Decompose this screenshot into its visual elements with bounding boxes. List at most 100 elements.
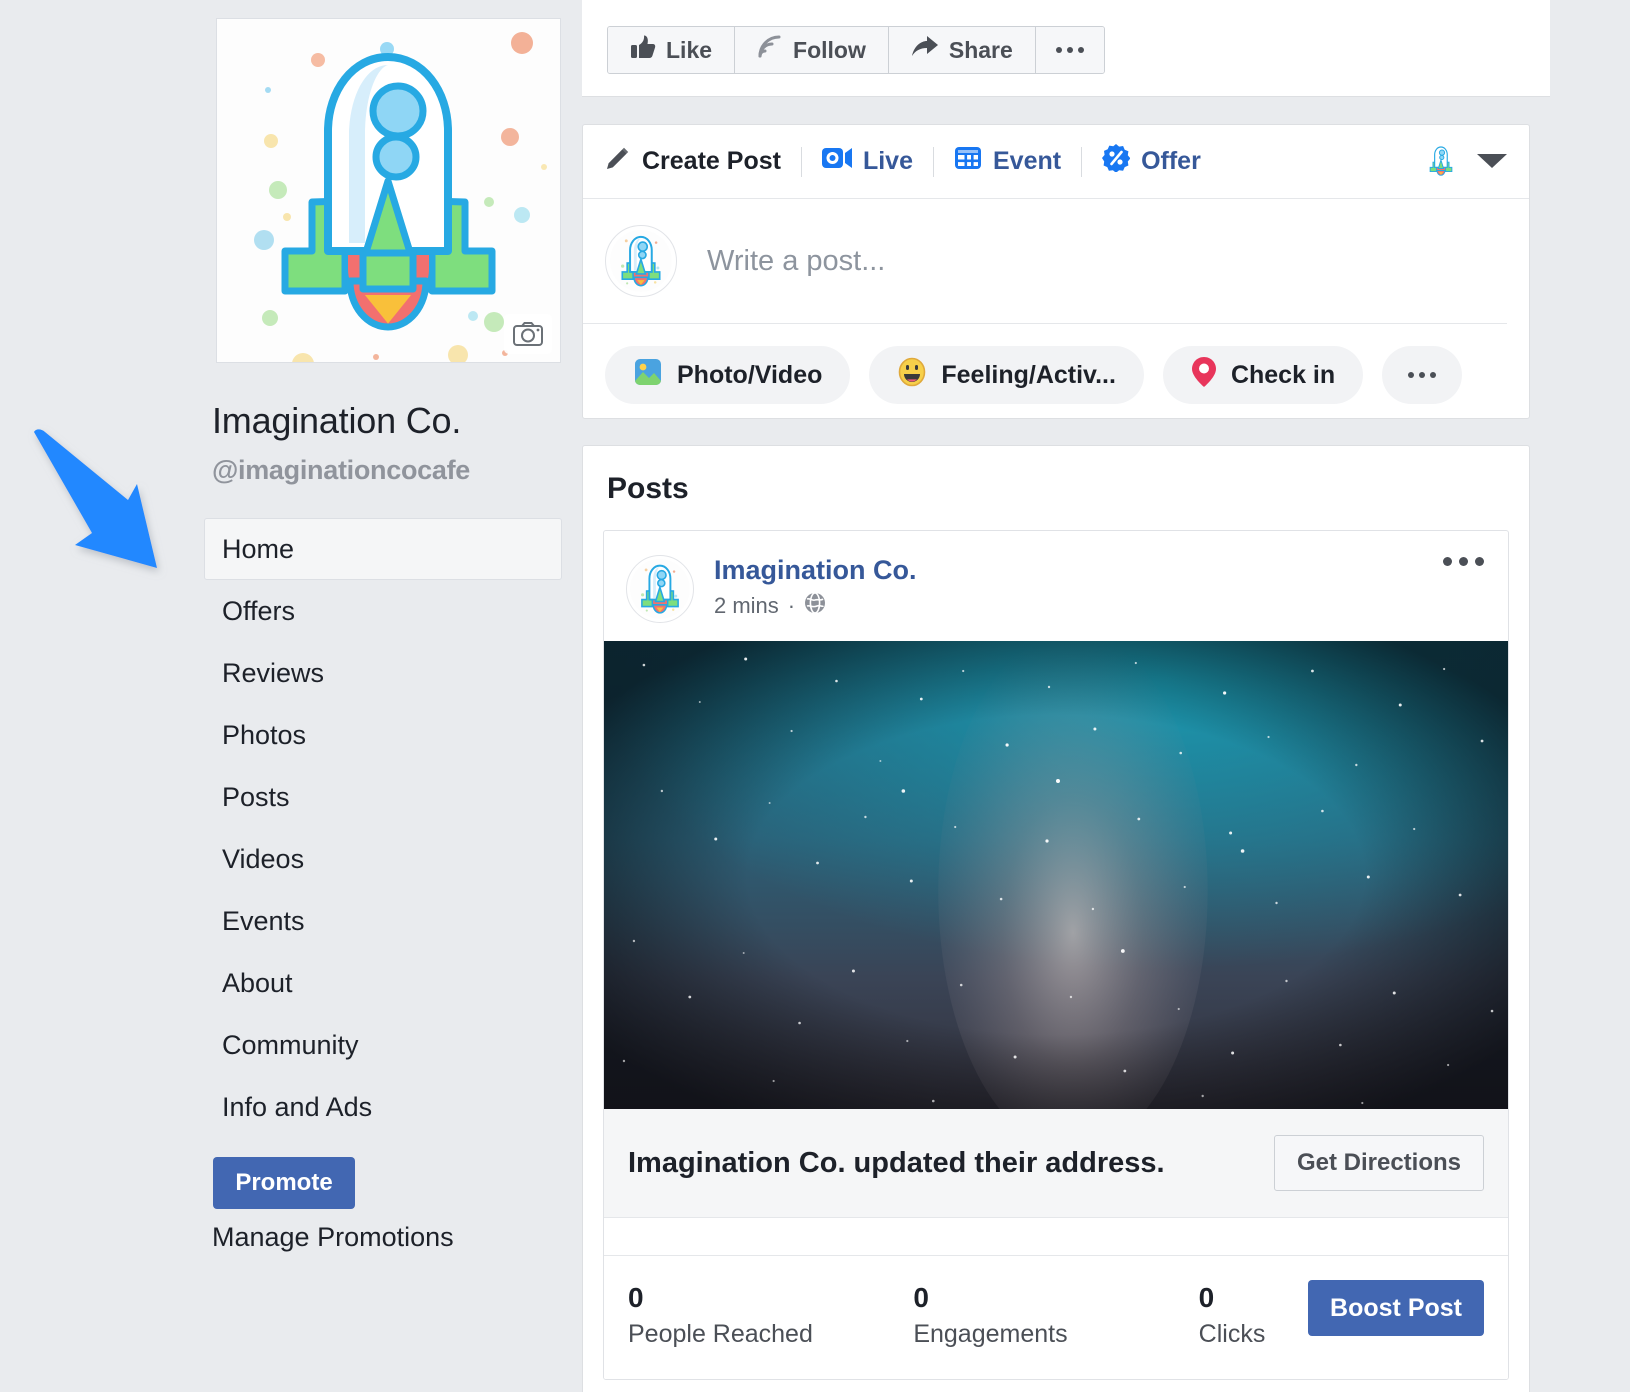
page-more-button[interactable] xyxy=(1035,27,1104,73)
composer-action-buttons: Photo/Video Feeling/Activ... Check in xyxy=(583,324,1529,404)
pencil-icon xyxy=(605,145,631,178)
sidebar-item-label: Posts xyxy=(222,781,290,812)
feeling-activity-button[interactable]: Feeling/Activ... xyxy=(869,346,1144,404)
divider xyxy=(800,146,802,177)
divider xyxy=(932,146,934,177)
tab-live[interactable]: Live xyxy=(821,146,933,177)
sidebar-item-posts[interactable]: Posts xyxy=(204,766,562,828)
follow-button[interactable]: Follow xyxy=(735,27,889,73)
composer-more-button[interactable] xyxy=(1382,346,1463,404)
sidebar-item-offers[interactable]: Offers xyxy=(204,580,562,642)
smiley-icon xyxy=(897,357,927,394)
tab-create-post-label: Create Post xyxy=(642,147,781,175)
sidebar-item-home[interactable]: Home xyxy=(204,518,562,580)
map-pin-icon xyxy=(1191,356,1217,395)
stat-value: 0 xyxy=(628,1282,644,1313)
like-button[interactable]: Like xyxy=(608,27,736,73)
stat-label: Engagements xyxy=(913,1320,1068,1348)
meta-separator: · xyxy=(787,593,796,618)
post-photo[interactable] xyxy=(604,641,1508,1109)
rss-icon xyxy=(757,34,783,66)
avatar[interactable] xyxy=(626,555,694,623)
chevron-down-icon[interactable] xyxy=(1477,154,1507,168)
post-insights: 0 People Reached 0 Engagements 0 Clicks … xyxy=(604,1256,1508,1379)
check-in-button[interactable]: Check in xyxy=(1162,346,1364,404)
post-address-text: Imagination Co. updated their address. xyxy=(628,1146,1165,1179)
post-address-row: Imagination Co. updated their address. G… xyxy=(604,1109,1508,1218)
sidebar-nav: Home Offers Reviews Photos Posts Videos … xyxy=(204,518,562,1138)
post-timestamp[interactable]: 2 mins xyxy=(714,593,779,619)
create-post-composer: Create Post Live Event Offer Write a pos… xyxy=(582,124,1530,419)
write-post-input[interactable] xyxy=(707,244,1307,278)
rocket-icon xyxy=(1423,143,1459,179)
page-action-bar: Like Follow Share xyxy=(582,0,1550,97)
sidebar-item-label: Videos xyxy=(222,843,305,874)
post-meta: 2 mins · xyxy=(714,592,917,620)
tab-event-label: Event xyxy=(992,147,1062,175)
ellipsis-icon xyxy=(1055,47,1084,53)
stat-people-reached: 0 People Reached xyxy=(628,1282,913,1349)
share-button[interactable]: Share xyxy=(888,27,1036,73)
sidebar-item-label: Events xyxy=(222,905,305,936)
annotation-arrow-icon xyxy=(18,405,198,585)
composer-input-row xyxy=(583,199,1507,324)
tab-offer[interactable]: Offer xyxy=(1102,144,1221,179)
manage-promotions-link[interactable]: Manage Promotions xyxy=(212,1222,454,1253)
stat-engagements: 0 Engagements xyxy=(913,1282,1198,1349)
posts-section: Posts Imagination Co. 2 mins · Imaginati… xyxy=(582,445,1530,1392)
sidebar-item-label: Photos xyxy=(222,719,307,750)
thumbs-up-icon xyxy=(630,34,656,66)
promote-button[interactable]: Promote xyxy=(213,1157,355,1209)
divider xyxy=(1081,146,1083,177)
composer-tabs: Create Post Live Event Offer xyxy=(583,125,1529,199)
share-button-label: Share xyxy=(948,36,1013,63)
post-header: Imagination Co. 2 mins · xyxy=(604,531,1508,641)
post-card: Imagination Co. 2 mins · Imagination Co.… xyxy=(603,530,1509,1380)
sidebar-item-label: Home xyxy=(222,533,295,564)
check-in-label: Check in xyxy=(1230,360,1336,389)
photo-icon xyxy=(633,357,663,394)
tab-create-post[interactable]: Create Post xyxy=(605,145,801,178)
sidebar-item-label: Community xyxy=(222,1029,359,1060)
tab-event[interactable]: Event xyxy=(954,145,1081,178)
get-directions-button[interactable]: Get Directions xyxy=(1273,1135,1484,1191)
page-title: Imagination Co. xyxy=(212,400,462,441)
left-sidebar: Imagination Co. @imaginationcocafe Home … xyxy=(0,0,582,1392)
post-more-button[interactable] xyxy=(1443,557,1484,566)
boost-post-button[interactable]: Boost Post xyxy=(1308,1280,1484,1336)
sidebar-item-label: About xyxy=(222,967,293,998)
posts-section-title: Posts xyxy=(607,472,689,505)
sidebar-item-label: Info and Ads xyxy=(222,1091,373,1122)
like-button-label: Like xyxy=(666,36,713,63)
avatar xyxy=(605,225,677,297)
live-video-icon xyxy=(821,146,852,177)
post-author-link[interactable]: Imagination Co. xyxy=(714,555,917,586)
sidebar-item-info-and-ads[interactable]: Info and Ads xyxy=(204,1076,562,1138)
sidebar-item-about[interactable]: About xyxy=(204,952,562,1014)
photo-video-label: Photo/Video xyxy=(677,360,823,389)
page-action-group: Like Follow Share xyxy=(607,26,1105,74)
sidebar-item-photos[interactable]: Photos xyxy=(204,704,562,766)
photo-video-button[interactable]: Photo/Video xyxy=(605,346,851,404)
sidebar-item-videos[interactable]: Videos xyxy=(204,828,562,890)
sidebar-item-label: Offers xyxy=(222,595,296,626)
stat-label: People Reached xyxy=(628,1320,813,1348)
tab-live-label: Live xyxy=(862,147,913,175)
percent-badge-icon xyxy=(1102,144,1131,179)
feeling-activity-label: Feeling/Activ... xyxy=(941,360,1116,389)
share-arrow-icon xyxy=(911,35,939,65)
profile-picture[interactable] xyxy=(216,18,561,363)
sidebar-item-community[interactable]: Community xyxy=(204,1014,562,1076)
page-handle: @imaginationcocafe xyxy=(212,455,470,485)
sidebar-item-reviews[interactable]: Reviews xyxy=(204,642,562,704)
sidebar-item-label: Reviews xyxy=(222,657,325,688)
follow-button-label: Follow xyxy=(793,36,866,63)
main-content: Like Follow Share Create Post Live Event… xyxy=(582,0,1630,1392)
rocket-icon xyxy=(217,19,560,362)
sidebar-item-events[interactable]: Events xyxy=(204,890,562,952)
tab-offer-label: Offer xyxy=(1141,147,1201,175)
camera-icon[interactable] xyxy=(504,314,552,354)
composer-audience-selector[interactable] xyxy=(1423,143,1507,179)
stat-value: 0 xyxy=(913,1282,929,1313)
globe-icon[interactable] xyxy=(804,592,826,620)
